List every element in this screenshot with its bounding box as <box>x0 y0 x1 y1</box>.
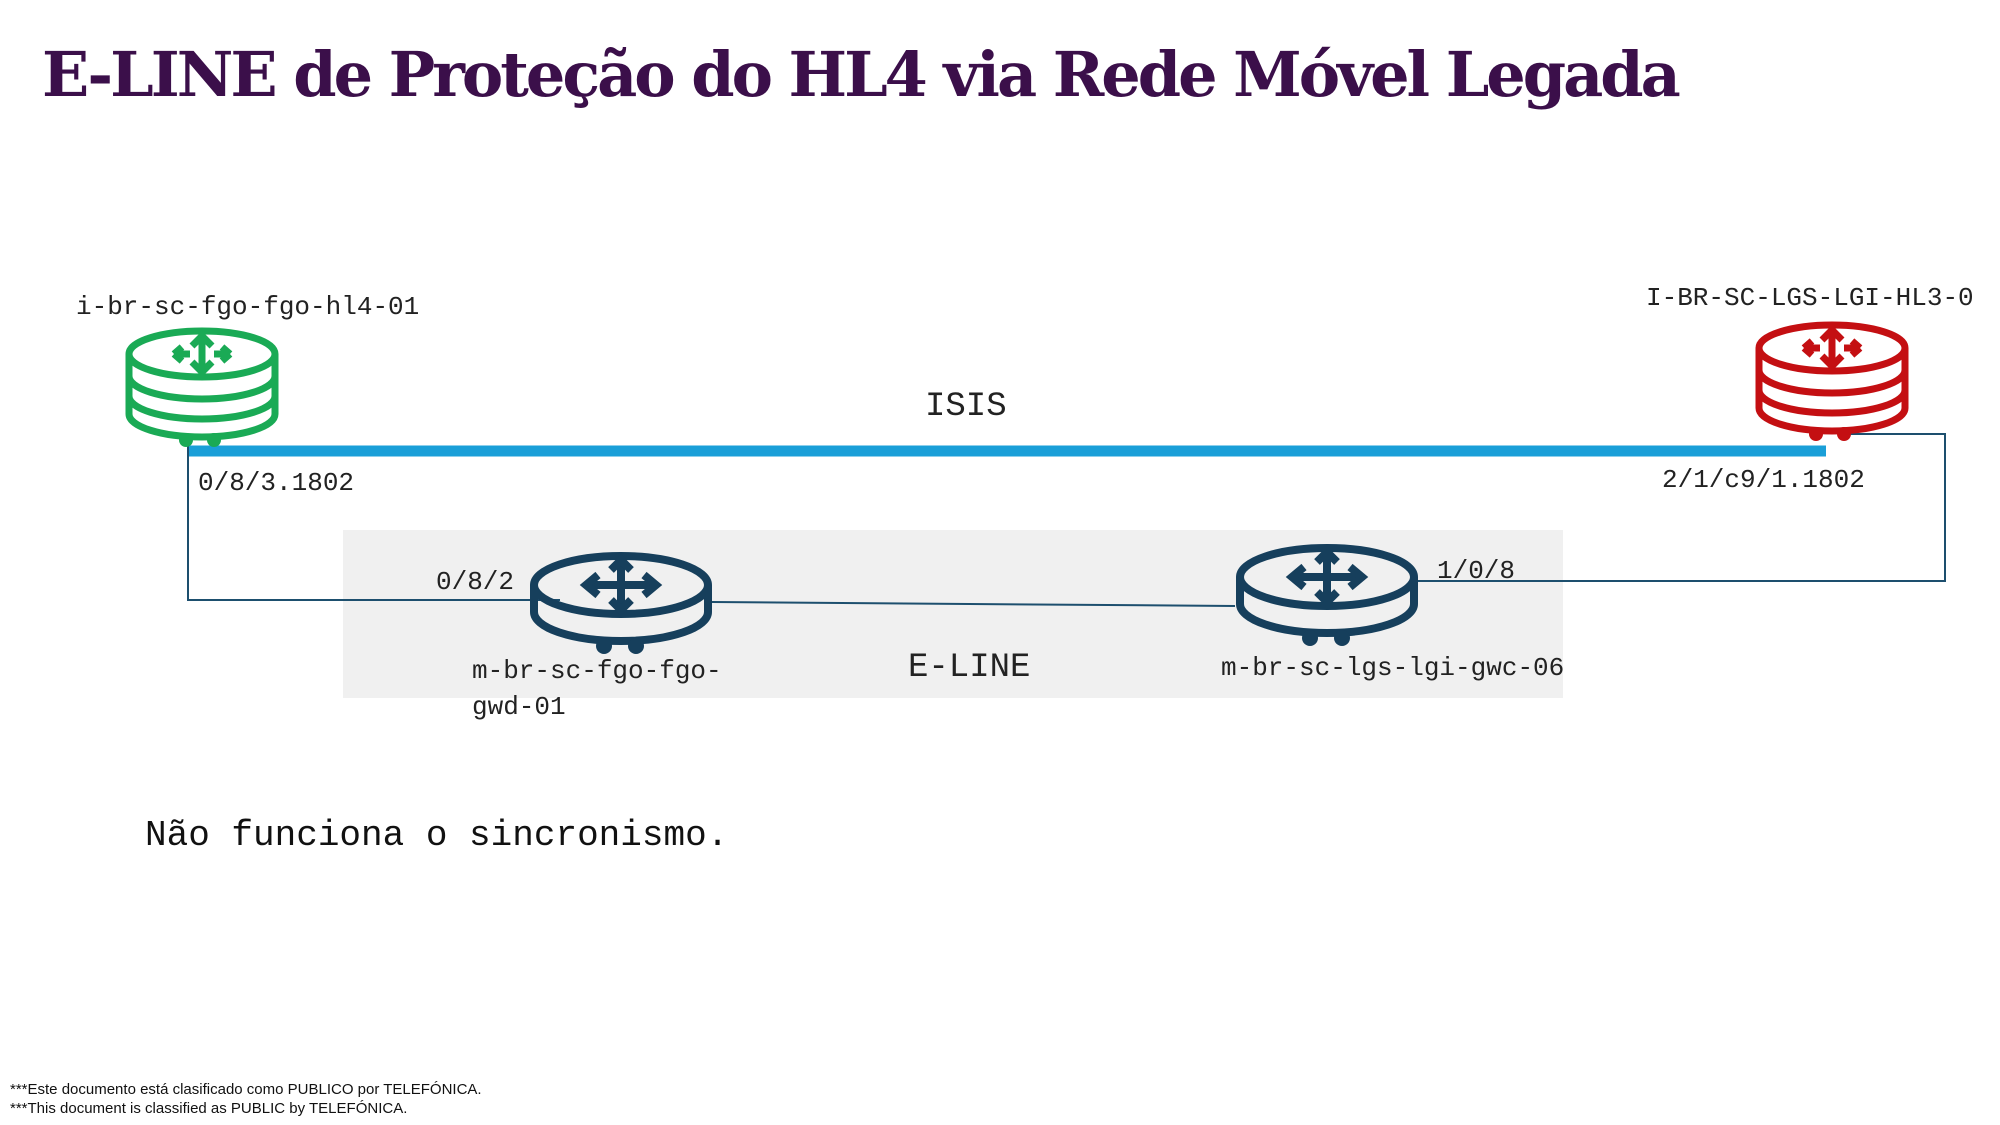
router-hl4-icon[interactable] <box>122 326 282 448</box>
link-label-isis: ISIS <box>925 388 1007 426</box>
eline-link <box>711 601 1236 607</box>
node-label-hl4: i-br-sc-fgo-fgo-hl4-01 <box>76 292 420 322</box>
node-label-hl3: I-BR-SC-LGS-LGI-HL3-0 <box>1646 283 1974 313</box>
diagram-links <box>187 433 1946 607</box>
node-label-gwc: m-br-sc-lgs-lgi-gwc-06 <box>1221 653 1565 683</box>
node-label-gwd-line2: gwd-01 <box>472 692 566 722</box>
link-label-eline: E-LINE <box>908 649 1031 687</box>
port-label-gwc: 1/0/8 <box>1437 556 1516 586</box>
router-gwd-icon[interactable] <box>526 550 716 658</box>
port-label-hl4: 0/8/3.1802 <box>198 468 355 498</box>
router-gwc-icon[interactable] <box>1232 542 1422 650</box>
footer-line-es: ***Este documento está clasificado como … <box>10 1081 482 1098</box>
port-label-hl3: 2/1/c9/1.1802 <box>1662 465 1865 495</box>
port-label-gwd: 0/8/2 <box>436 567 515 597</box>
status-note: Não funciona o sincronismo. <box>145 815 729 856</box>
node-label-gwd-line1: m-br-sc-fgo-fgo- <box>472 656 722 686</box>
footer-line-en: ***This document is classified as PUBLIC… <box>10 1100 408 1117</box>
router-hl3-icon[interactable] <box>1752 320 1912 442</box>
classification-footer: ***Este documento está clasificado como … <box>10 1080 482 1118</box>
